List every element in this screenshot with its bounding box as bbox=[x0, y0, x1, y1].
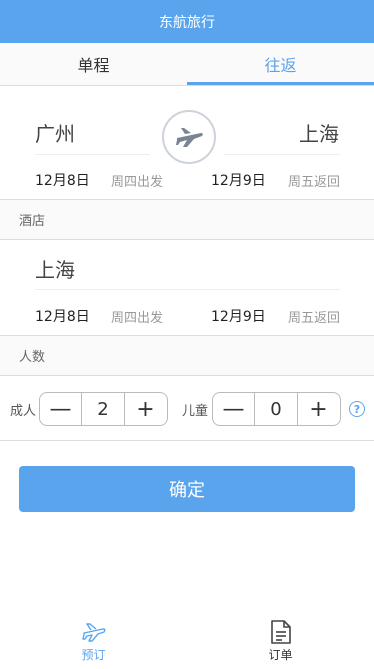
child-stepper: — 0 + bbox=[212, 392, 341, 426]
checkin-date[interactable]: 12月8日 bbox=[35, 306, 90, 326]
adult-stepper: — 2 + bbox=[39, 392, 168, 426]
tab-one-way[interactable]: 单程 bbox=[0, 43, 187, 85]
child-label: 儿童 bbox=[182, 404, 209, 419]
document-icon bbox=[270, 620, 291, 644]
bottom-nav: 预订 订单 bbox=[0, 612, 374, 669]
nav-booking[interactable]: 预订 bbox=[0, 612, 187, 669]
nav-orders-label: 订单 bbox=[268, 648, 293, 662]
arrival-city[interactable]: 上海 bbox=[299, 118, 339, 147]
child-plus-button[interactable]: + bbox=[298, 393, 339, 425]
swap-cities-button[interactable] bbox=[162, 110, 216, 164]
divider bbox=[35, 154, 150, 155]
return-date[interactable]: 12月9日 bbox=[211, 170, 266, 190]
plane-icon bbox=[176, 128, 203, 147]
adult-plus-button[interactable]: + bbox=[125, 393, 166, 425]
checkin-weekday: 周四出发 bbox=[111, 311, 164, 326]
checkout-weekday: 周五返回 bbox=[288, 311, 341, 326]
depart-weekday: 周四出发 bbox=[111, 175, 164, 190]
app-header: 东航旅行 bbox=[0, 0, 374, 43]
adult-count: 2 bbox=[81, 393, 125, 425]
divider bbox=[224, 154, 340, 155]
app-title: 东航旅行 bbox=[159, 14, 215, 31]
depart-date[interactable]: 12月8日 bbox=[35, 170, 90, 190]
help-icon[interactable]: ? bbox=[349, 401, 365, 417]
nav-booking-label: 预订 bbox=[81, 648, 106, 662]
passenger-section-label: 人数 bbox=[0, 336, 374, 376]
passenger-counter-row: 成人 — 2 + 儿童 — 0 + ? bbox=[0, 376, 374, 441]
confirm-button[interactable]: 确定 bbox=[19, 466, 355, 512]
hotel-section-label: 酒店 bbox=[0, 200, 374, 240]
divider bbox=[35, 289, 340, 290]
child-count: 0 bbox=[254, 393, 298, 425]
checkout-date[interactable]: 12月9日 bbox=[211, 306, 266, 326]
child-minus-button[interactable]: — bbox=[213, 393, 254, 425]
hotel-city[interactable]: 上海 bbox=[35, 254, 75, 283]
adult-label: 成人 bbox=[10, 404, 37, 419]
tab-round-trip[interactable]: 往返 bbox=[187, 43, 374, 85]
plane-icon bbox=[81, 623, 105, 642]
adult-minus-button[interactable]: — bbox=[40, 393, 81, 425]
trip-type-tabs: 单程 往返 bbox=[0, 43, 374, 86]
hotel-section: 上海 12月8日 周四出发 12月9日 周五返回 bbox=[0, 240, 374, 336]
nav-orders[interactable]: 订单 bbox=[187, 612, 374, 669]
departure-city[interactable]: 广州 bbox=[35, 118, 75, 147]
return-weekday: 周五返回 bbox=[288, 175, 341, 190]
